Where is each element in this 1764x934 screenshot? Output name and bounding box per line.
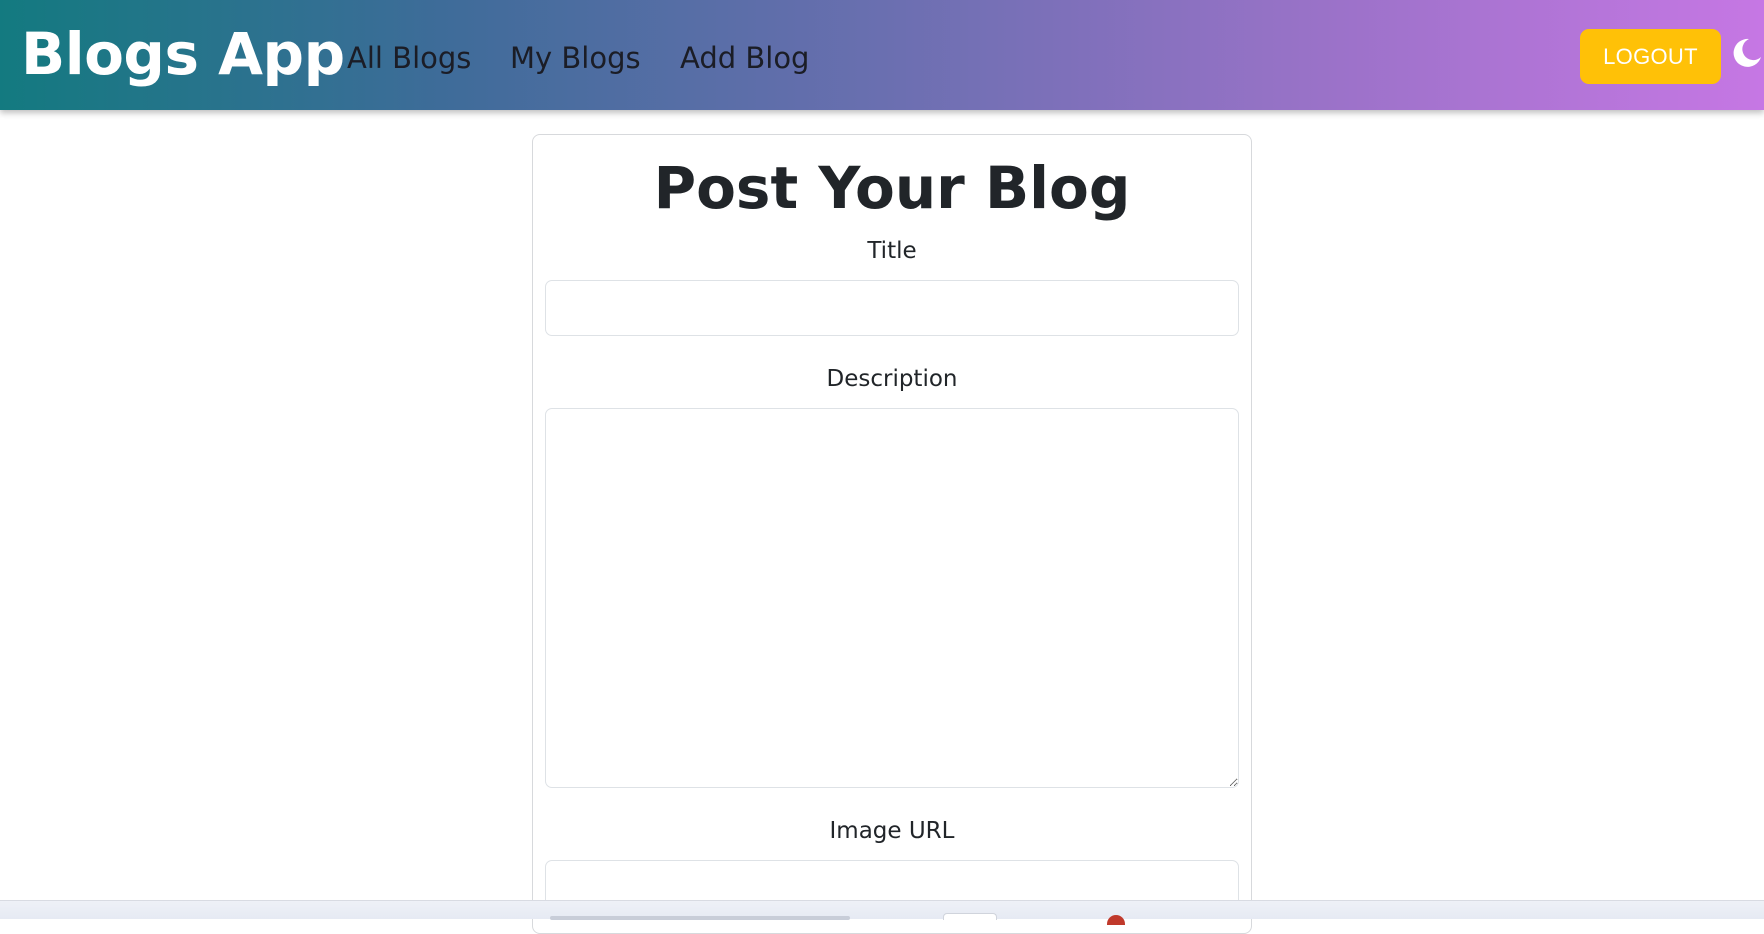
os-taskbar <box>0 900 1764 925</box>
description-label: Description <box>826 366 958 392</box>
moon-icon[interactable] <box>1731 37 1763 69</box>
image-url-label: Image URL <box>829 818 955 844</box>
taskbar-app-indicator[interactable] <box>550 916 850 920</box>
title-label: Title <box>867 238 917 264</box>
nav-link-all-blogs[interactable]: All Blogs <box>347 38 471 78</box>
taskbar-app-icon[interactable] <box>1107 915 1125 925</box>
title-input[interactable] <box>545 280 1239 336</box>
post-blog-card: Post Your Blog Title Description Image U… <box>532 134 1252 934</box>
navbar: Blogs App All Blogs My Blogs Add Blog LO… <box>0 0 1764 110</box>
logout-button[interactable]: LOGOUT <box>1580 29 1721 84</box>
nav-link-add-blog[interactable]: Add Blog <box>680 38 809 78</box>
nav-link-my-blogs[interactable]: My Blogs <box>510 38 641 78</box>
page-title: Post Your Blog <box>653 154 1131 222</box>
brand-logo[interactable]: Blogs App <box>21 14 345 94</box>
description-textarea[interactable] <box>545 408 1239 788</box>
